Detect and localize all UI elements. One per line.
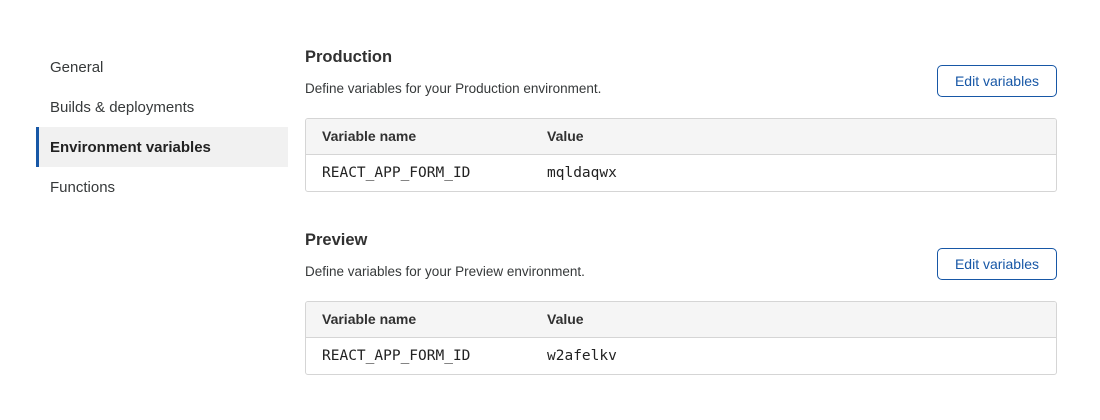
production-header-text: Production Define variables for your Pro…: [305, 47, 601, 97]
column-header-variable-name: Variable name: [306, 119, 531, 154]
production-section-header: Production Define variables for your Pro…: [305, 47, 1057, 97]
table-row: REACT_APP_FORM_ID w2afelkv: [306, 337, 1056, 374]
variable-name-cell: REACT_APP_FORM_ID: [306, 154, 531, 191]
sidebar-item-label: Functions: [50, 179, 115, 196]
column-header-value: Value: [531, 302, 1056, 337]
settings-sidebar: General Builds & deployments Environment…: [36, 47, 288, 375]
sidebar-item-label: Builds & deployments: [50, 99, 194, 116]
variable-name-cell: REACT_APP_FORM_ID: [306, 337, 531, 374]
sidebar-item-general[interactable]: General: [36, 47, 288, 87]
section-preview: Preview Define variables for your Previe…: [305, 230, 1057, 375]
page-title: Production: [305, 47, 601, 67]
edit-variables-button-production[interactable]: Edit variables: [937, 65, 1057, 97]
sidebar-item-builds-deployments[interactable]: Builds & deployments: [36, 87, 288, 127]
section-description: Define variables for your Preview enviro…: [305, 263, 585, 280]
preview-header-text: Preview Define variables for your Previe…: [305, 230, 585, 280]
sidebar-item-label: General: [50, 59, 103, 76]
column-header-variable-name: Variable name: [306, 302, 531, 337]
preview-variables-table: Variable name Value REACT_APP_FORM_ID w2…: [305, 301, 1057, 375]
sidebar-item-environment-variables[interactable]: Environment variables: [36, 127, 288, 167]
sidebar-item-functions[interactable]: Functions: [36, 167, 288, 207]
section-description: Define variables for your Production env…: [305, 80, 601, 97]
variable-value-cell: mqldaqwx: [531, 154, 1056, 191]
column-header-value: Value: [531, 119, 1056, 154]
settings-page: General Builds & deployments Environment…: [0, 0, 1100, 375]
section-title: Preview: [305, 230, 585, 250]
table-header-row: Variable name Value: [306, 119, 1056, 154]
environment-variables-panel: Production Define variables for your Pro…: [305, 47, 1057, 375]
sidebar-item-label: Environment variables: [50, 139, 211, 156]
preview-section-header: Preview Define variables for your Previe…: [305, 230, 1057, 280]
production-variables-table: Variable name Value REACT_APP_FORM_ID mq…: [305, 118, 1057, 192]
table-row: REACT_APP_FORM_ID mqldaqwx: [306, 154, 1056, 191]
variable-value-cell: w2afelkv: [531, 337, 1056, 374]
section-production: Production Define variables for your Pro…: [305, 47, 1057, 192]
edit-variables-button-preview[interactable]: Edit variables: [937, 248, 1057, 280]
table-header-row: Variable name Value: [306, 302, 1056, 337]
